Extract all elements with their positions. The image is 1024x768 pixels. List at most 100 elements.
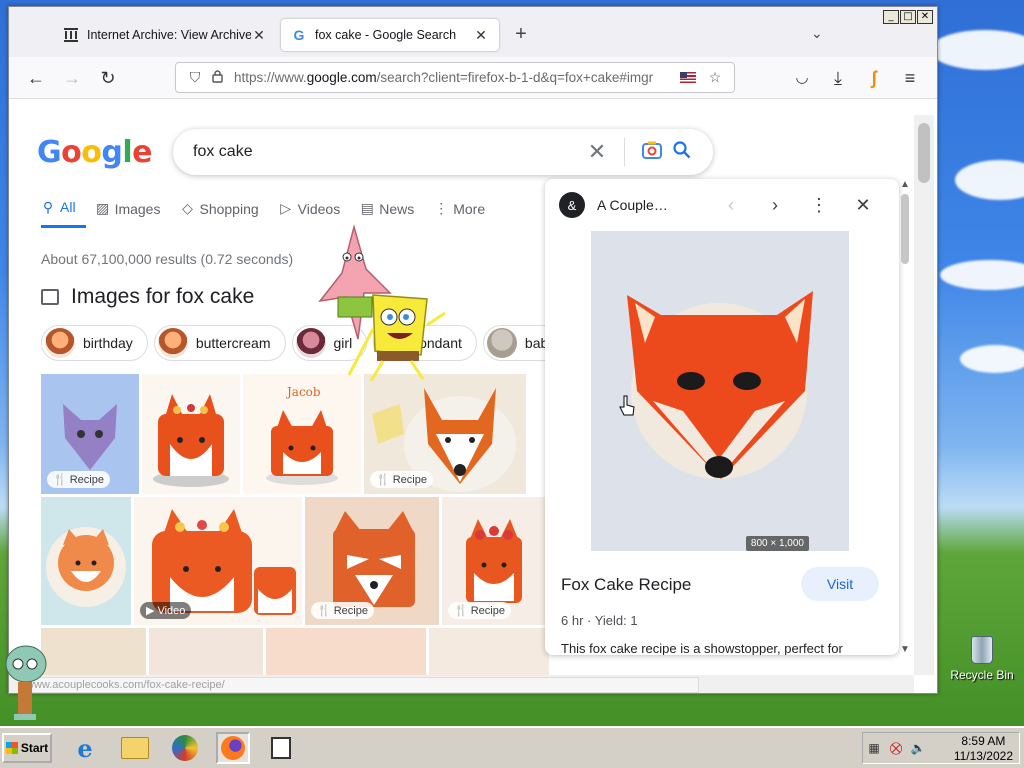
images-heading-title[interactable]: Images for fox cake: [71, 285, 254, 309]
image-result[interactable]: [41, 628, 146, 675]
squidward-cartoon: [5, 645, 47, 720]
back-button[interactable]: ←: [23, 65, 49, 91]
close-tab-icon[interactable]: ✕: [251, 27, 267, 44]
panel-scrollbar[interactable]: ▲ ▼: [899, 179, 911, 655]
image-grid: 🍴Recipe Jacob 🍴Recipe ▶Video �: [41, 374, 551, 675]
scroll-thumb[interactable]: [901, 194, 909, 264]
lock-icon[interactable]: [206, 69, 228, 86]
downloads-icon[interactable]: ⤓: [825, 65, 851, 91]
play-icon: ▶: [146, 605, 155, 617]
video-badge: ▶ Video: [140, 602, 192, 619]
chip-birthday[interactable]: birthday: [41, 325, 148, 361]
tab-shopping[interactable]: ◇ Shopping: [180, 199, 268, 228]
recipe-badge: 🍴 Recipe: [370, 471, 433, 488]
search-icon[interactable]: [667, 140, 697, 164]
image-result[interactable]: ▶ Video: [134, 497, 302, 625]
us-flag-icon[interactable]: [680, 72, 696, 83]
pocket-icon[interactable]: ◡: [789, 65, 815, 91]
image-result[interactable]: [266, 628, 426, 675]
svg-text:Jacob: Jacob: [285, 385, 321, 399]
recipe-meta: 6 hr · Yield: 1: [561, 613, 638, 628]
archive-icon: [63, 27, 79, 43]
recipe-badge: 🍴 Recipe: [448, 602, 511, 619]
recycle-bin-icon[interactable]: Recycle Bin: [944, 636, 1020, 682]
scroll-down-icon[interactable]: ▼: [899, 644, 911, 655]
more-vertical-icon: ⋮: [434, 200, 449, 216]
close-icon[interactable]: ✕: [841, 195, 885, 216]
extension-icon[interactable]: ʃ: [861, 65, 887, 91]
url-bar[interactable]: ⛉ https://www.google.com/search?client=f…: [175, 62, 735, 93]
minimize-button[interactable]: _: [883, 10, 899, 24]
search-input[interactable]: fox cake: [193, 143, 582, 161]
image-result[interactable]: [142, 374, 240, 494]
visit-button[interactable]: Visit: [801, 567, 879, 601]
clock[interactable]: 8:59 AM 11/13/2022: [954, 734, 1013, 764]
tab-images[interactable]: ▨ Images: [96, 199, 171, 228]
image-result[interactable]: Jacob: [243, 374, 361, 494]
source-name[interactable]: A Couple…: [597, 197, 709, 213]
bookmark-star-icon[interactable]: ☆: [704, 69, 726, 86]
previous-chevron-icon[interactable]: ‹: [709, 195, 753, 216]
tab-all[interactable]: ⚲ All: [41, 199, 86, 228]
source-logo-icon[interactable]: &: [559, 192, 585, 218]
tab-google-search[interactable]: G fox cake - Google Search ✕: [281, 19, 499, 51]
new-tab-button[interactable]: +: [509, 23, 533, 46]
google-logo[interactable]: Google: [37, 135, 153, 170]
cursor-hand-icon: [619, 395, 635, 416]
windows-logo-icon: [5, 742, 18, 754]
news-icon: ▤: [360, 200, 374, 216]
maximize-button[interactable]: □: [900, 10, 916, 24]
image-result[interactable]: 🍴 Recipe: [442, 497, 546, 625]
camera-lens-icon[interactable]: [637, 141, 667, 164]
browser-window: _ □ ✕ Internet Archive: View Archive ✕ G…: [8, 6, 938, 694]
more-options-icon[interactable]: ⋮: [797, 195, 841, 216]
image-result[interactable]: 🍴 Recipe: [41, 374, 139, 494]
list-all-tabs-chevron-icon[interactable]: ⌄: [811, 25, 823, 42]
image-result[interactable]: [149, 628, 263, 675]
search-icon: ⚲: [42, 198, 54, 215]
tab-more[interactable]: ⋮ More: [434, 199, 495, 228]
volume-icon[interactable]: 🔈: [907, 741, 929, 755]
menu-hamburger-icon[interactable]: ≡: [897, 65, 923, 91]
divider: [624, 138, 625, 166]
preview-title[interactable]: Fox Cake Recipe: [561, 575, 691, 595]
tab-bar: Internet Archive: View Archive ✕ G fox c…: [9, 7, 937, 57]
file-explorer-folder-icon[interactable]: [118, 732, 152, 764]
preview-image[interactable]: 800 × 1,000: [591, 231, 849, 551]
fox-cake-image: [591, 231, 849, 551]
close-tab-icon[interactable]: ✕: [473, 27, 489, 44]
url-text[interactable]: https://www.google.com/search?client=fir…: [234, 70, 672, 85]
preview-header: & A Couple… ‹ › ⋮ ✕: [545, 179, 899, 231]
image-icon: [41, 289, 59, 305]
security-alert-icon[interactable]: ⛒: [885, 741, 907, 756]
result-stats: About 67,100,000 results (0.72 seconds): [41, 251, 294, 267]
page-scrollbar[interactable]: [914, 115, 934, 675]
image-result[interactable]: [429, 628, 549, 675]
clear-search-icon[interactable]: ✕: [582, 139, 612, 165]
firefox-icon[interactable]: [216, 732, 250, 764]
image-result[interactable]: 🍴 Recipe: [305, 497, 439, 625]
search-box[interactable]: fox cake ✕: [173, 129, 713, 175]
chip-buttercream[interactable]: buttercream: [153, 325, 286, 361]
search-tabs: ⚲ All ▨ Images ◇ Shopping ▷ Videos ▤ News ⋮ Mo…: [41, 199, 505, 228]
window-switch-icon[interactable]: [264, 732, 298, 764]
close-window-button[interactable]: ✕: [917, 10, 933, 24]
tab-internet-archive[interactable]: Internet Archive: View Archive ✕: [53, 19, 277, 51]
forward-button[interactable]: →: [59, 65, 85, 91]
scroll-up-icon[interactable]: ▲: [899, 179, 911, 190]
cloud: [955, 160, 1024, 200]
reload-button[interactable]: ↻: [95, 65, 121, 91]
start-button[interactable]: Start: [2, 733, 52, 763]
scroll-thumb[interactable]: [918, 123, 930, 183]
shield-icon[interactable]: ⛉: [184, 69, 206, 86]
tab-title: fox cake - Google Search: [315, 28, 457, 42]
next-chevron-icon[interactable]: ›: [753, 195, 797, 216]
image-result[interactable]: 🍴 Recipe: [364, 374, 526, 494]
internet-explorer-icon[interactable]: e: [68, 732, 102, 764]
network-icon[interactable]: ▦: [863, 741, 885, 755]
image-dimensions: 800 × 1,000: [745, 536, 809, 551]
media-player-icon[interactable]: [168, 732, 202, 764]
image-result[interactable]: [41, 497, 131, 625]
taskbar: Start e ▦ ⛒ 🔈 8:59 AM 11/13/2022: [0, 726, 1024, 768]
trash-icon: [971, 636, 993, 664]
